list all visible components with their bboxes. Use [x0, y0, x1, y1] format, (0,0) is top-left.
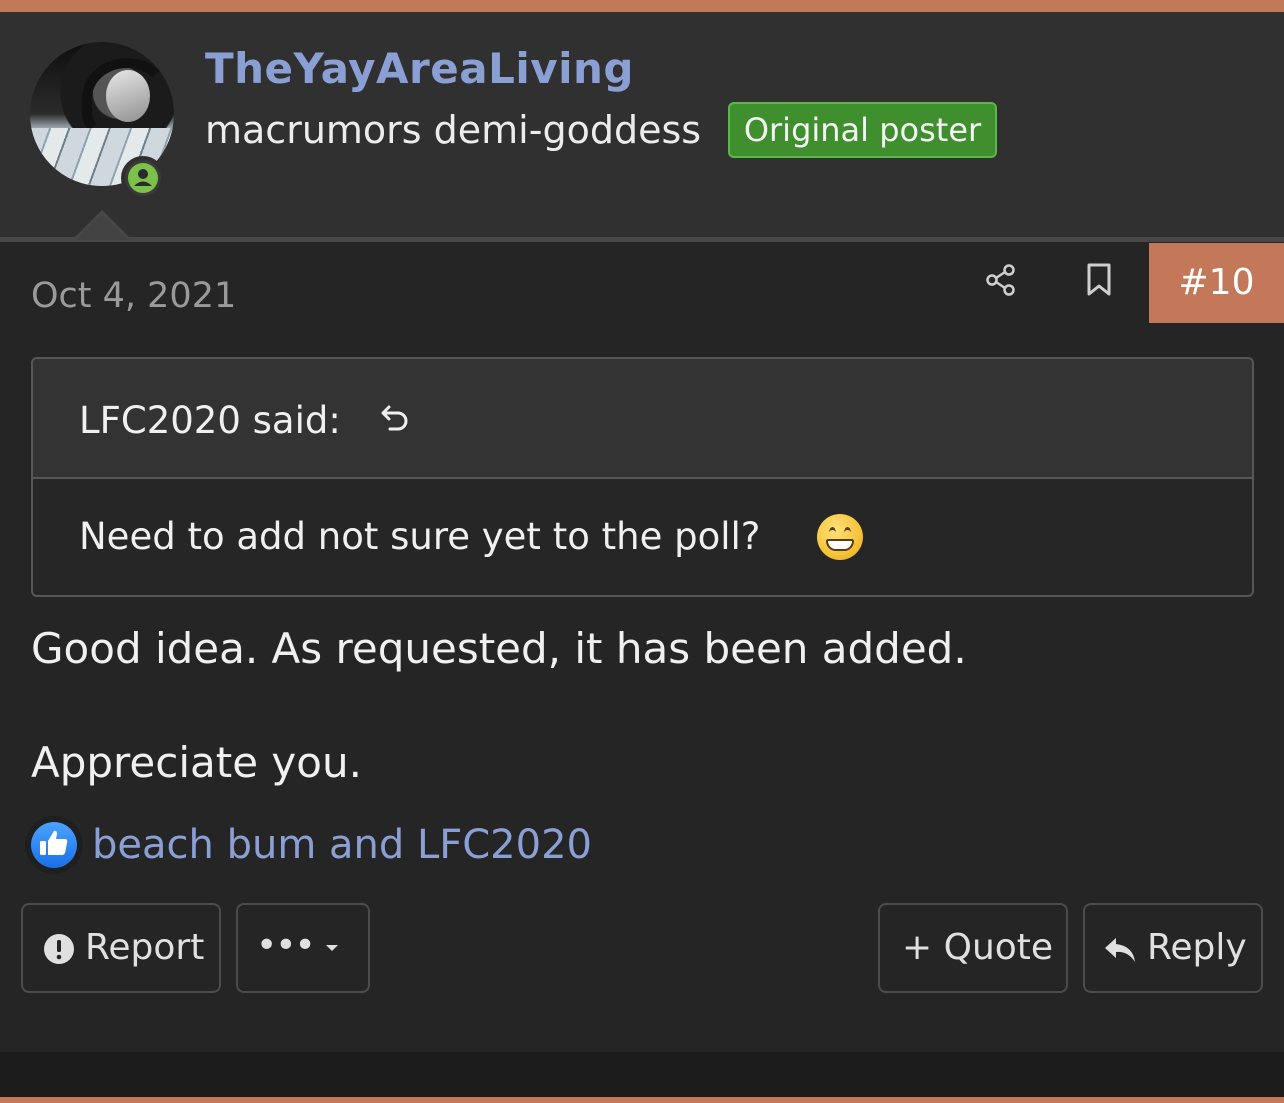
post-number[interactable]: #10: [1149, 243, 1284, 323]
warning-icon: [44, 934, 74, 964]
top-accent-bar: [0, 0, 1284, 12]
user-online-icon: [121, 156, 165, 200]
report-button[interactable]: Report: [21, 903, 221, 993]
reply-arrow-icon: [1105, 938, 1135, 962]
reaction-users-link[interactable]: beach bum and LFC2020: [92, 822, 592, 868]
username[interactable]: TheYayAreaLiving: [205, 44, 634, 93]
quote-label: + Quote: [902, 927, 1054, 968]
quote-button[interactable]: + Quote: [878, 903, 1068, 993]
bookmark-icon[interactable]: [1083, 262, 1115, 302]
share-icon[interactable]: [983, 262, 1019, 302]
quote-author[interactable]: LFC2020 said:: [79, 399, 341, 442]
post-date[interactable]: Oct 4, 2021: [31, 276, 236, 316]
quote-text: Need to add not sure yet to the poll?: [79, 515, 761, 558]
ellipsis-icon: •••: [256, 925, 316, 966]
more-actions-button[interactable]: •••: [236, 903, 370, 993]
quote-block: LFC2020 said: Need to add not sure yet t…: [31, 357, 1254, 597]
thumbs-up-icon[interactable]: [25, 816, 83, 874]
post-text-line: Good idea. As requested, it has been add…: [31, 624, 967, 673]
user-title: macrumors demi-goddess: [205, 108, 702, 152]
chevron-down-icon: [326, 945, 338, 951]
grinning-face-emoji: [817, 514, 863, 560]
quote-jump-icon[interactable]: [379, 401, 413, 439]
bottom-accent-bar: [0, 1097, 1284, 1103]
report-label: Report: [85, 927, 205, 968]
reply-button[interactable]: Reply: [1083, 903, 1263, 993]
quote-header: LFC2020 said:: [33, 359, 1252, 479]
original-poster-badge: Original poster: [728, 102, 997, 158]
post-text-line: Appreciate you.: [31, 738, 362, 787]
reply-label: Reply: [1147, 927, 1247, 968]
